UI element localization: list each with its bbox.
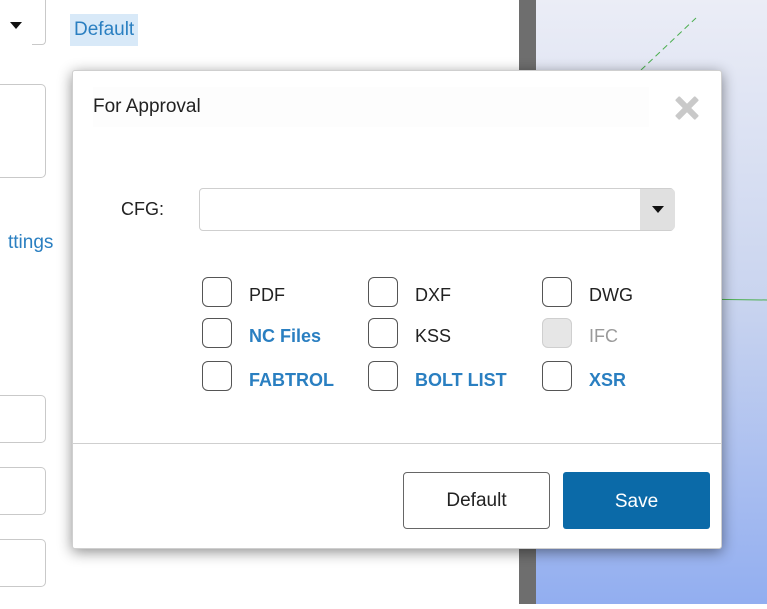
bolt-list-checkbox[interactable] bbox=[368, 361, 398, 391]
kss-label: KSS bbox=[415, 326, 452, 346]
approval-dialog: For Approval CFG: PDF DXF DWG NC Files K… bbox=[72, 70, 722, 549]
cfg-dropdown-button[interactable] bbox=[640, 189, 675, 230]
close-icon[interactable] bbox=[674, 95, 700, 121]
background-default-link[interactable]: Default bbox=[70, 14, 139, 46]
cfg-select[interactable] bbox=[199, 188, 674, 231]
dwg-checkbox[interactable] bbox=[542, 277, 572, 307]
dxf-label: DXF bbox=[415, 285, 451, 305]
background-input-3[interactable] bbox=[0, 539, 46, 587]
background-text-area[interactable] bbox=[0, 84, 46, 178]
cfg-label: CFG: bbox=[121, 199, 164, 219]
background-settings-link[interactable]: ttings bbox=[8, 232, 53, 254]
fabtrol-link[interactable]: FABTROL bbox=[249, 369, 334, 391]
bolt-list-link[interactable]: BOLT LIST bbox=[415, 369, 507, 391]
background-dropdown[interactable] bbox=[32, 0, 46, 45]
fabtrol-checkbox[interactable] bbox=[202, 361, 232, 391]
kss-checkbox[interactable] bbox=[368, 318, 398, 348]
save-button[interactable]: Save bbox=[563, 472, 710, 529]
dwg-label: DWG bbox=[589, 285, 633, 305]
xsr-checkbox[interactable] bbox=[542, 361, 572, 391]
nc-files-link[interactable]: NC Files bbox=[249, 325, 321, 347]
pdf-label: PDF bbox=[249, 285, 285, 305]
xsr-link[interactable]: XSR bbox=[589, 369, 626, 391]
footer-divider bbox=[73, 443, 721, 444]
default-button[interactable]: Default bbox=[403, 472, 550, 529]
ifc-checkbox bbox=[542, 318, 572, 348]
pdf-checkbox[interactable] bbox=[202, 277, 232, 307]
chevron-down-icon bbox=[652, 206, 664, 213]
background-input-2[interactable] bbox=[0, 467, 46, 515]
chevron-down-icon[interactable] bbox=[10, 22, 22, 29]
dxf-checkbox[interactable] bbox=[368, 277, 398, 307]
nc-files-checkbox[interactable] bbox=[202, 318, 232, 348]
ifc-label: IFC bbox=[589, 326, 618, 346]
background-input-1[interactable] bbox=[0, 395, 46, 443]
dialog-title: For Approval bbox=[93, 87, 649, 127]
